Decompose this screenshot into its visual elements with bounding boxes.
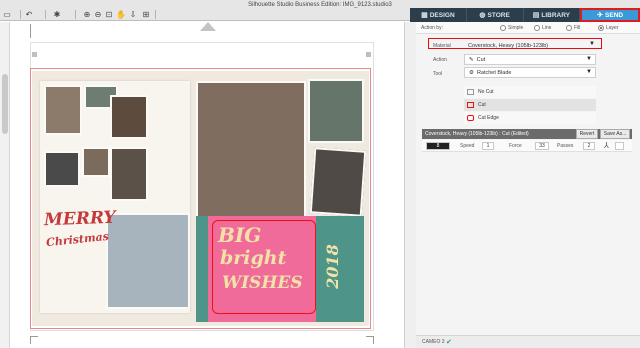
merry-text: MERRY [43, 207, 116, 231]
photo [309, 147, 367, 217]
mode-simple-label[interactable]: Simple [508, 25, 523, 31]
passes-label: Passes [557, 143, 574, 149]
mode-line-label[interactable]: Line [542, 25, 551, 31]
settings-header-text: Coverstock, Heavy (105lb-123lb) : Cut (E… [425, 131, 529, 137]
tab-design-label: DESIGN [429, 11, 455, 19]
blade-depth-stepper[interactable]: 8 [426, 142, 450, 150]
line-color-swatch[interactable] [615, 142, 624, 150]
cut-option-cut[interactable]: Cut [464, 99, 596, 111]
photo [308, 79, 364, 143]
material-select[interactable]: Coverstock, Heavy (105lb-123lb) ▼ [464, 40, 598, 51]
action-label: Action [433, 57, 447, 63]
globe-icon: ◍ [479, 12, 486, 19]
tool-select[interactable]: ⚙ Ratchet Blade ▼ [464, 67, 596, 78]
status-bar: CAMEO 3 ✔ [416, 335, 640, 348]
passes-input[interactable]: 2 [583, 142, 595, 150]
crop-mark [30, 336, 38, 344]
cut-edge-icon [467, 115, 474, 121]
crop-mark [30, 24, 38, 38]
action-select[interactable]: ✎ Cut ▼ [464, 54, 596, 65]
no-cut-icon [467, 89, 474, 95]
dropdown-arrow-icon: ▼ [586, 56, 592, 62]
year-text: 2018 [322, 244, 342, 289]
blade-icon: ✎ [469, 56, 474, 63]
tab-library-label: LIBRARY [541, 11, 571, 19]
mode-simple-radio[interactable] [500, 25, 506, 31]
material-value: Coverstock, Heavy (105lb-123lb) [468, 42, 549, 49]
force-input[interactable]: 33 [535, 142, 549, 150]
photo [82, 147, 110, 177]
device-name[interactable]: CAMEO 3 [422, 339, 445, 345]
toolbar-divider [45, 10, 46, 19]
cut-option-cut-edge[interactable]: Cut Edge [464, 112, 596, 124]
zoom-out-icon[interactable]: ⊖ [93, 9, 103, 19]
window-icon[interactable]: ▭ [2, 9, 12, 19]
cut-line-outline[interactable] [212, 220, 316, 314]
mode-fill-radio[interactable] [566, 25, 572, 31]
zoom-in-icon[interactable]: ⊕ [82, 9, 92, 19]
photo [44, 85, 82, 135]
speed-label: Speed [460, 143, 475, 149]
crop-mark [366, 336, 374, 344]
send-icon: ✈ [597, 12, 604, 19]
cut-edge-label: Cut Edge [478, 115, 499, 121]
tab-store-label: STORE [487, 11, 510, 19]
fit-page-icon[interactable]: ⊞ [141, 9, 151, 19]
toolbar-divider [20, 10, 21, 19]
ratchet-blade-icon: ⚙ [469, 69, 474, 76]
speed-input[interactable]: 1 [482, 142, 494, 150]
toolbar-divider [155, 10, 156, 19]
undo-icon[interactable]: ↶ [24, 9, 34, 19]
toolbar-divider [75, 10, 76, 19]
canvas-scrollbar[interactable] [404, 22, 416, 348]
left-scrollbar[interactable] [0, 22, 10, 348]
action-by-label: Action by: [421, 25, 443, 31]
save-as-button[interactable]: Save As... [600, 129, 630, 139]
photo [44, 151, 80, 187]
mode-layer-radio[interactable] [598, 25, 604, 31]
cut-settings-row [422, 140, 632, 152]
connected-check-icon: ✔ [446, 339, 452, 346]
christmas-text: Christmas [45, 229, 110, 250]
mode-layer-label[interactable]: Layer [606, 25, 619, 31]
tool-label: Tool [433, 71, 443, 77]
photo [110, 95, 148, 139]
feed-up-arrow-icon[interactable] [200, 22, 216, 31]
action-value: Cut [476, 56, 486, 63]
photo [106, 213, 190, 309]
no-cut-label: No Cut [478, 89, 494, 95]
dropdown-arrow-icon: ▼ [586, 69, 592, 75]
tab-library[interactable]: ▤ LIBRARY [524, 8, 581, 22]
zoom-box-icon[interactable]: ⊡ [104, 9, 114, 19]
move-down-icon[interactable]: ⇩ [128, 9, 138, 19]
scroll-thumb[interactable] [2, 74, 8, 134]
line-options-icon[interactable]: ⅄ [604, 141, 609, 150]
force-label: Force [509, 143, 522, 149]
card-artwork[interactable]: MERRY Christmas BIG bright WISHES 2018 [32, 71, 369, 326]
dropdown-arrow-icon: ▼ [589, 41, 595, 47]
cut-icon [467, 102, 474, 108]
photo [110, 147, 148, 201]
cut-label: Cut [478, 102, 486, 108]
tool-value: Ratchet Blade [476, 69, 512, 76]
cut-option-no-cut[interactable]: No Cut [464, 86, 596, 98]
card-left-panel: MERRY Christmas [40, 81, 190, 313]
module-tabs: ▦ DESIGN ◍ STORE ▤ LIBRARY ✈ SEND [410, 8, 640, 22]
tab-store[interactable]: ◍ STORE [467, 8, 524, 22]
grid-icon: ▦ [421, 12, 428, 19]
revert-button[interactable]: Revert [576, 129, 598, 139]
mode-line-radio[interactable] [534, 25, 540, 31]
bug-icon[interactable]: ✱ [52, 9, 62, 19]
family-photo [196, 81, 306, 221]
tab-send[interactable]: ✈ SEND [580, 8, 640, 22]
tab-send-label: SEND [605, 11, 624, 19]
pan-hand-icon[interactable]: ✋ [116, 9, 126, 19]
tab-design[interactable]: ▦ DESIGN [410, 8, 467, 22]
library-icon: ▤ [532, 12, 540, 19]
mode-fill-label[interactable]: Fill [574, 25, 580, 31]
